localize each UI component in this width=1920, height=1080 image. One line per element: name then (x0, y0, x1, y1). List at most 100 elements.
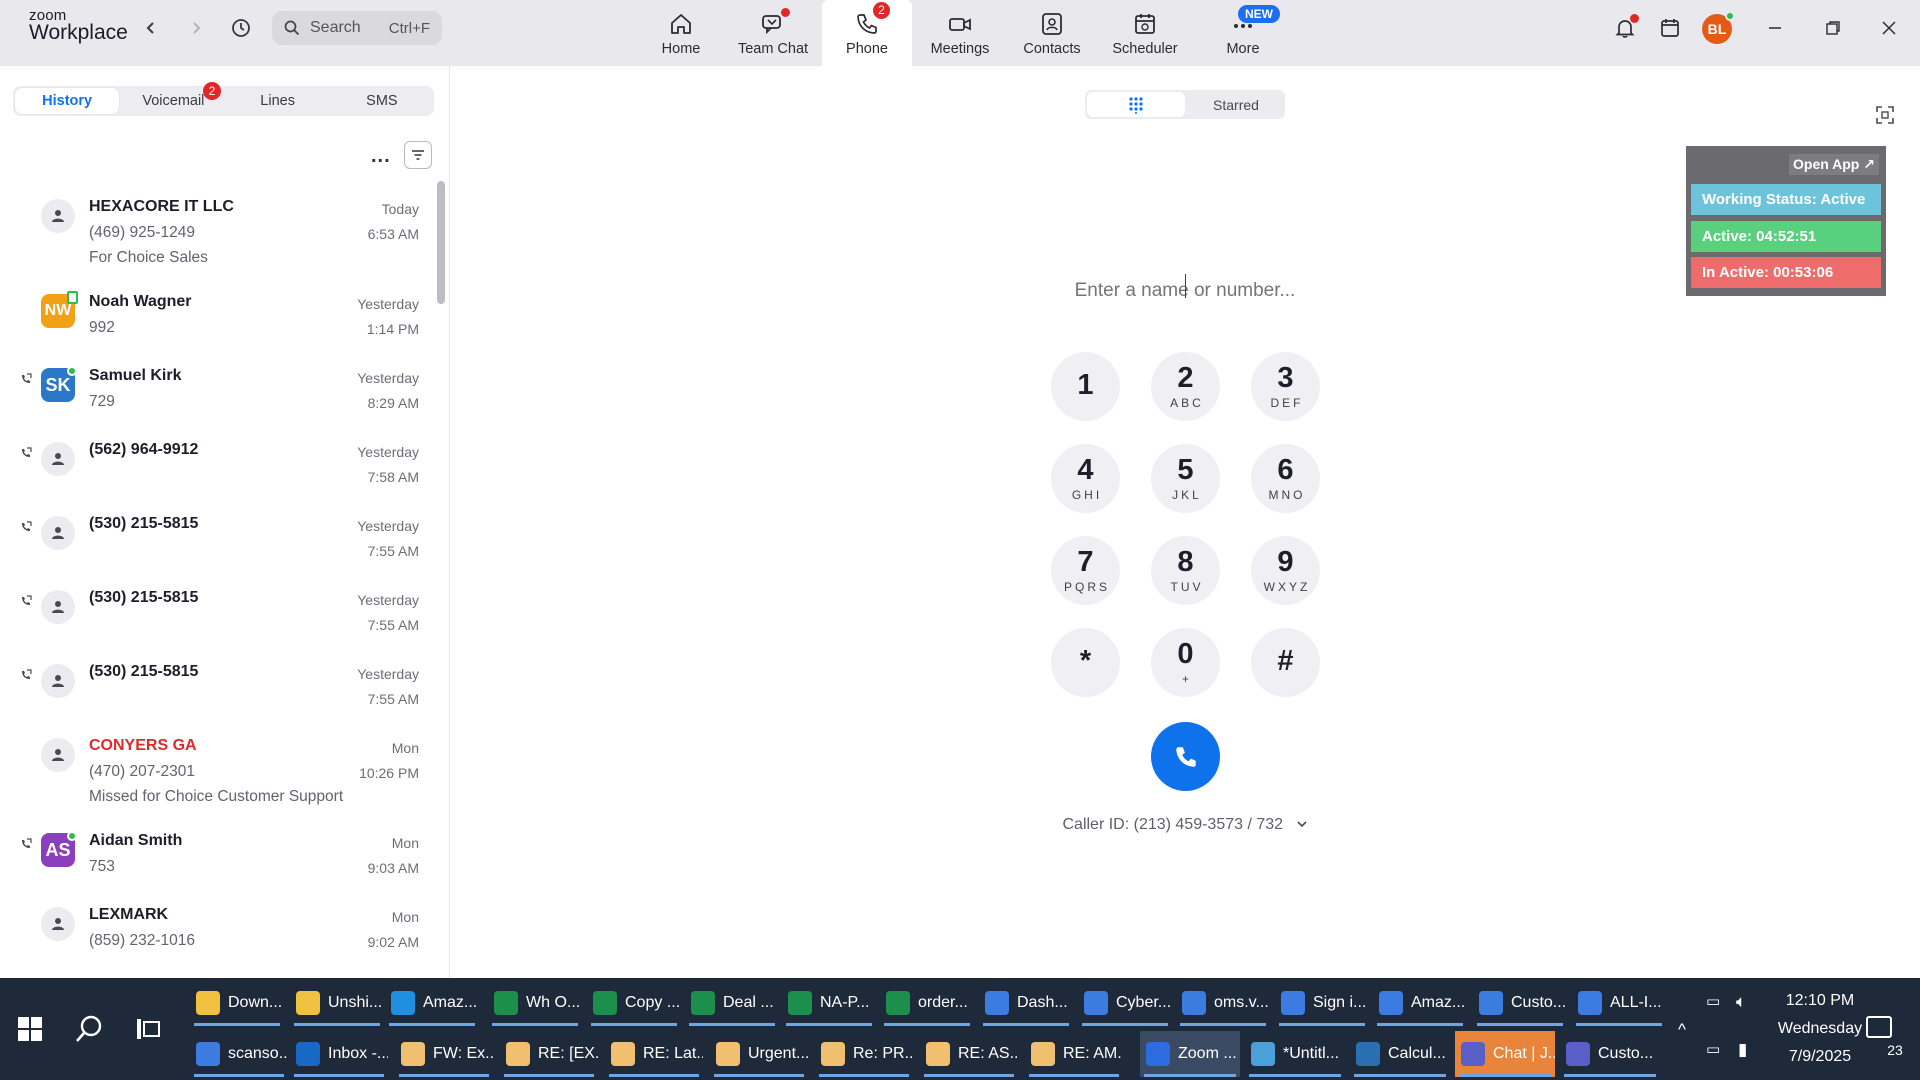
notification-center-icon[interactable] (1866, 1016, 1892, 1038)
clock-date[interactable]: 7/9/2025 (1770, 1048, 1870, 1066)
call-button[interactable] (1151, 722, 1220, 791)
notification-bell-icon[interactable] (1608, 11, 1642, 45)
taskbar-app-button[interactable]: Inbox -... (290, 1031, 388, 1077)
history-item[interactable]: CONYERS GA (470) 207-2301 Missed for Cho… (0, 723, 430, 818)
key-6[interactable]: 6 MNO (1251, 444, 1320, 513)
person-icon (52, 675, 64, 687)
history-item[interactable]: LEXMARK (859) 232-1016 Mon 9:02 AM (0, 892, 430, 966)
taskbar-app-button[interactable]: FW: Ex... (395, 1031, 493, 1077)
nav-phone[interactable]: 2 Phone (822, 0, 912, 66)
taskbar-app-button[interactable]: Custo... (1560, 1031, 1660, 1077)
key-9[interactable]: 9 WXYZ (1251, 536, 1320, 605)
back-arrow-icon[interactable] (134, 11, 168, 45)
taskbar-app-button[interactable]: NA-P... (782, 980, 876, 1026)
taskbar-app-button[interactable]: Amaz... (385, 980, 479, 1026)
expand-window-button[interactable] (1870, 100, 1900, 130)
tab-sms[interactable]: SMS (330, 86, 434, 116)
search-icon[interactable] (75, 1014, 105, 1044)
key-1[interactable]: 1 (1051, 352, 1120, 421)
history-clock-icon[interactable] (224, 11, 258, 45)
history-item[interactable]: (562) 964-9912 Yesterday 7:58 AM (0, 427, 430, 501)
history-item[interactable]: SK Samuel Kirk 729 Yesterday 8:29 AM (0, 353, 430, 427)
nav-scheduler[interactable]: Scheduler (1100, 0, 1190, 66)
taskbar-app-button[interactable]: Down... (190, 980, 284, 1026)
key-2[interactable]: 2 ABC (1151, 352, 1220, 421)
key-hash[interactable]: # (1251, 628, 1320, 697)
calendar-icon (1132, 11, 1158, 37)
tab-lines[interactable]: Lines (226, 86, 330, 116)
user-avatar[interactable]: BL (1702, 11, 1735, 44)
taskbar-app-button[interactable]: Amaz... (1373, 980, 1467, 1026)
minimize-icon[interactable] (1758, 11, 1792, 45)
volume-icon[interactable]: 🔈︎ (1736, 992, 1746, 1012)
more-options-button[interactable]: ... (371, 145, 391, 168)
taskbar-app-button[interactable]: Dash... (979, 980, 1073, 1026)
clock-day[interactable]: Wednesday (1770, 1020, 1870, 1038)
close-icon[interactable] (1872, 11, 1906, 45)
taskbar-app-button[interactable]: order... (880, 980, 974, 1026)
taskbar-app-button[interactable]: Deal ... (685, 980, 779, 1026)
search-bar[interactable]: Search Ctrl+F (272, 11, 442, 45)
new-badge: NEW (1238, 5, 1280, 23)
battery-icon[interactable]: ▭ (1706, 992, 1720, 1010)
taskbar-app-button[interactable]: Urgent... (710, 1031, 808, 1077)
taskbar-app-button[interactable]: RE: AM... (1025, 1031, 1123, 1077)
taskbar-app-button[interactable]: Sign i... (1275, 980, 1369, 1026)
online-status-dot (67, 366, 77, 376)
nav-team-chat[interactable]: Team Chat (728, 0, 818, 66)
taskbar-app-button[interactable]: RE: Lat... (605, 1031, 703, 1077)
running-indicator (591, 1023, 677, 1026)
windows-start-icon[interactable] (18, 1017, 42, 1041)
history-item[interactable]: (530) 215-5815 Yesterday 7:55 AM (0, 649, 430, 723)
taskbar-app-button[interactable]: RE: [EX... (500, 1031, 598, 1077)
taskbar-app-button[interactable]: Re: PR... (815, 1031, 913, 1077)
taskbar-app-button[interactable]: Copy ... (587, 980, 681, 1026)
history-item[interactable]: NW Noah Wagner 992 Yesterday 1:14 PM (0, 279, 430, 353)
tab-history[interactable]: History (15, 88, 120, 114)
calendar-icon[interactable] (1653, 11, 1687, 45)
network-icon[interactable]: ▭ (1706, 1040, 1720, 1058)
filter-button[interactable] (404, 141, 432, 169)
starred-tab[interactable]: Starred (1187, 90, 1285, 119)
person-icon (52, 918, 64, 930)
key-3[interactable]: 3 DEF (1251, 352, 1320, 421)
taskbar-app-button[interactable]: Cyber... (1078, 980, 1172, 1026)
restore-icon[interactable] (1816, 11, 1850, 45)
taskbar-app-button[interactable]: Unshi... (290, 980, 384, 1026)
caller-id-selector[interactable]: Caller ID: (213) 459-3573 / 732 (1050, 816, 1320, 834)
key-4[interactable]: 4 GHI (1051, 444, 1120, 513)
history-item[interactable]: (530) 215-5815 Yesterday 7:55 AM (0, 575, 430, 649)
open-app-button[interactable]: Open App ↗ (1789, 154, 1879, 175)
taskbar-app-button[interactable]: oms.v... (1176, 980, 1270, 1026)
clock-time[interactable]: 12:10 PM (1770, 992, 1870, 1010)
keypad-tab[interactable] (1087, 92, 1185, 117)
history-item[interactable]: AS Aidan Smith 753 Mon 9:03 AM (0, 818, 430, 892)
show-hidden-icons-chevron[interactable]: ^ (1678, 1020, 1686, 1040)
taskbar-app-button[interactable]: RE: AS... (920, 1031, 1018, 1077)
contact-avatar (41, 199, 75, 233)
nav-meetings[interactable]: Meetings (915, 0, 1005, 66)
key-8[interactable]: 8 TUV (1151, 536, 1220, 605)
history-item[interactable]: HEXACORE IT LLC (469) 925-1249 For Choic… (0, 184, 430, 279)
forward-arrow-icon[interactable] (179, 11, 213, 45)
app-icon (494, 991, 518, 1015)
taskbar-app-button[interactable]: Calcul... (1350, 1031, 1450, 1077)
microphone-icon[interactable]: ▮ (1738, 1040, 1747, 1060)
key-7[interactable]: 7 PQRS (1051, 536, 1120, 605)
task-view-icon[interactable] (136, 1018, 160, 1040)
history-item[interactable]: (530) 215-5815 Yesterday 7:55 AM (0, 501, 430, 575)
working-status-label: Working Status: Active (1691, 184, 1881, 215)
nav-contacts[interactable]: Contacts (1007, 0, 1097, 66)
taskbar-app-button[interactable]: scanso... (190, 1031, 288, 1077)
key-5[interactable]: 5 JKL (1151, 444, 1220, 513)
taskbar-app-button[interactable]: ALL-I... (1572, 980, 1666, 1026)
taskbar-app-button[interactable]: Custo... (1473, 980, 1567, 1026)
nav-home[interactable]: Home (636, 0, 726, 66)
key-0[interactable]: 0 + (1151, 628, 1220, 697)
taskbar-app-button[interactable]: Zoom ... (1140, 1031, 1240, 1077)
taskbar-app-button[interactable]: Wh O... (488, 980, 582, 1026)
taskbar-app-button[interactable]: *Untitl... (1245, 1031, 1345, 1077)
taskbar-app-button[interactable]: Chat | J... (1455, 1031, 1555, 1077)
history-scrollbar[interactable] (437, 181, 445, 304)
key-star[interactable]: * (1051, 628, 1120, 697)
